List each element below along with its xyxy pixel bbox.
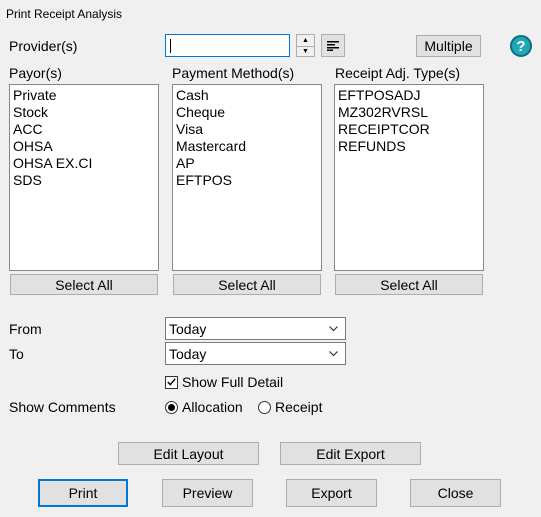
provider-list-button[interactable] xyxy=(321,34,345,57)
list-item[interactable]: REFUNDS xyxy=(338,138,480,155)
show-full-detail-label: Show Full Detail xyxy=(182,374,284,390)
list-item[interactable]: Visa xyxy=(176,121,318,138)
window-title: Print Receipt Analysis xyxy=(6,7,123,21)
spin-down-icon[interactable]: ▼ xyxy=(297,45,314,58)
payor-listbox[interactable]: Private Stock ACC OHSA OHSA EX.CI SDS xyxy=(9,84,159,271)
list-item[interactable]: ACC xyxy=(13,121,155,138)
radio-receipt-label: Receipt xyxy=(275,399,323,415)
list-item[interactable]: SDS xyxy=(13,172,155,189)
list-item[interactable]: RECEIPTCOR xyxy=(338,121,480,138)
to-value: Today xyxy=(169,345,207,362)
list-item[interactable]: Private xyxy=(13,87,155,104)
list-item[interactable]: Cash xyxy=(176,87,318,104)
help-icon[interactable]: ? xyxy=(510,35,532,57)
export-button[interactable]: Export xyxy=(286,479,377,507)
radio-unselected-icon[interactable] xyxy=(258,400,271,414)
show-full-detail-checkbox[interactable]: Show Full Detail xyxy=(165,374,283,390)
payment-select-all-button[interactable]: Select All xyxy=(173,274,321,295)
checkbox-checked-icon[interactable] xyxy=(165,375,178,389)
close-button[interactable]: Close xyxy=(410,479,501,507)
to-dropdown[interactable]: Today xyxy=(165,342,346,365)
list-item[interactable]: OHSA xyxy=(13,138,155,155)
list-item[interactable]: Stock xyxy=(13,104,155,121)
from-dropdown[interactable]: Today xyxy=(165,317,346,340)
radio-receipt[interactable]: Receipt xyxy=(258,399,322,415)
preview-button[interactable]: Preview xyxy=(162,479,253,507)
list-item[interactable]: Cheque xyxy=(176,104,318,121)
payment-method-listbox[interactable]: Cash Cheque Visa Mastercard AP EFTPOS xyxy=(172,84,322,271)
chevron-down-icon[interactable] xyxy=(325,350,341,357)
list-align-icon xyxy=(327,40,339,51)
payor-label: Payor(s) xyxy=(9,65,62,81)
edit-export-button[interactable]: Edit Export xyxy=(280,442,421,465)
chevron-down-icon[interactable] xyxy=(325,325,341,332)
list-item[interactable]: OHSA EX.CI xyxy=(13,155,155,172)
receipt-adj-type-listbox[interactable]: EFTPOSADJ MZ302RVRSL RECEIPTCOR REFUNDS xyxy=(334,84,484,271)
receipt-adj-select-all-button[interactable]: Select All xyxy=(335,274,483,295)
edit-layout-button[interactable]: Edit Layout xyxy=(118,442,259,465)
provider-input[interactable] xyxy=(165,34,290,57)
list-item[interactable]: MZ302RVRSL xyxy=(338,104,480,121)
receipt-adj-type-label: Receipt Adj. Type(s) xyxy=(335,65,461,81)
payor-select-all-button[interactable]: Select All xyxy=(10,274,158,295)
radio-selected-icon[interactable] xyxy=(165,400,178,414)
text-caret xyxy=(170,39,171,53)
from-value: Today xyxy=(169,320,207,337)
provider-label: Provider(s) xyxy=(9,38,78,54)
radio-allocation[interactable]: Allocation xyxy=(165,399,243,415)
payment-method-label: Payment Method(s) xyxy=(172,65,295,81)
provider-spinner[interactable]: ▲ ▼ xyxy=(296,34,315,57)
from-label: From xyxy=(9,321,42,337)
print-button[interactable]: Print xyxy=(38,479,128,507)
multiple-button[interactable]: Multiple xyxy=(416,35,481,57)
list-item[interactable]: EFTPOSADJ xyxy=(338,87,480,104)
spin-up-icon[interactable]: ▲ xyxy=(297,35,314,46)
list-item[interactable]: EFTPOS xyxy=(176,172,318,189)
list-item[interactable]: AP xyxy=(176,155,318,172)
show-comments-label: Show Comments xyxy=(9,399,116,415)
radio-allocation-label: Allocation xyxy=(182,399,243,415)
list-item[interactable]: Mastercard xyxy=(176,138,318,155)
to-label: To xyxy=(9,346,24,362)
